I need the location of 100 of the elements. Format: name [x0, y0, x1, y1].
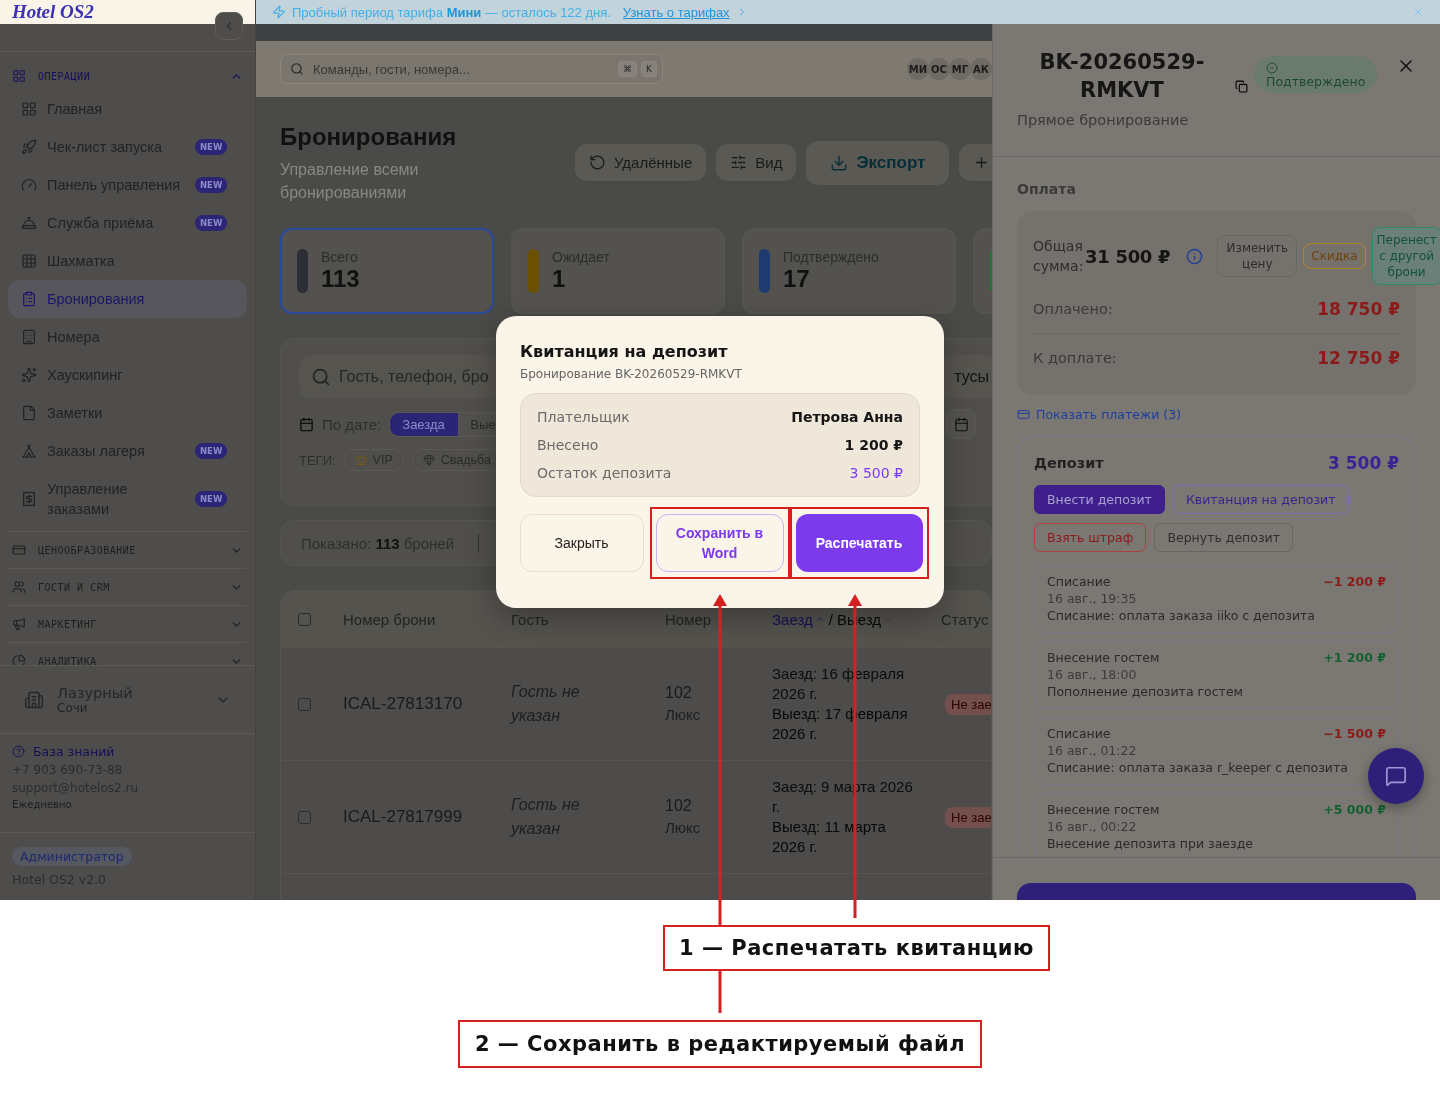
card-icon [12, 543, 26, 557]
role-badge: Администратор [12, 847, 132, 866]
total-label: Общая сумма: [1033, 237, 1081, 276]
callout-label: 1 — Распечатать квитанцию [663, 925, 1050, 971]
section-title[interactable]: ОПЕРАЦИИ [38, 70, 218, 82]
row-checkbox[interactable] [298, 810, 311, 824]
receipt-icon [21, 491, 37, 507]
file-icon [21, 405, 37, 421]
transaction-note: Списание: оплата заказа iiko с депозита [1047, 608, 1316, 624]
callout-label: 2 — Сохранить в редактируемый файл [458, 1020, 982, 1068]
transaction-time: 16 авг., 18:00 [1047, 667, 1138, 683]
crown-icon [354, 454, 367, 466]
payment-amount: 12 750 ₽ [1317, 347, 1400, 368]
new-badge: NEW [195, 491, 228, 507]
new-badge: NEW [195, 139, 228, 155]
transaction-time: 16 авг., 01:22 [1047, 743, 1138, 759]
transaction-type: Списание [1047, 726, 1112, 742]
section-title: Оплата [1017, 181, 1077, 197]
dialog-button[interactable]: Распечатать [795, 514, 923, 572]
receipt-label: Плательщик [537, 408, 630, 427]
deposit-action-button[interactable]: Внести депозит [1034, 485, 1165, 514]
knowledge-base-link[interactable]: База знаний [12, 744, 243, 759]
collapse-button[interactable] [215, 12, 243, 40]
price-action-button[interactable]: Изменить цену [1217, 235, 1298, 277]
deposit-action-button[interactable]: Взять штраф [1034, 523, 1147, 552]
dialog-button[interactable]: Сохранить в Word [655, 514, 784, 572]
users-icon [12, 580, 26, 594]
payment-label: К доплате: [1033, 349, 1117, 366]
deposit-action-button[interactable]: Вернуть депозит [1154, 523, 1293, 552]
page-title: Бронирования [280, 122, 458, 152]
grid-icon [21, 253, 37, 269]
receipt-value: 1 200 ₽ [844, 436, 903, 455]
shortcut-key: ⌘ [618, 61, 638, 77]
toolbar-button[interactable]: Экспорт [806, 140, 950, 185]
show-payments-link[interactable]: Показать платежи (3) [1017, 407, 1416, 422]
transaction-amount: −1 200 ₽ [1323, 574, 1386, 590]
grid-icon [12, 69, 26, 83]
price-action-button[interactable]: Скидка [1303, 243, 1366, 269]
user-avatar[interactable]: МИ [907, 58, 929, 80]
lightning-icon [272, 5, 286, 19]
stat-value: 17 [783, 265, 811, 293]
transaction-time: 16 авг., 19:35 [1047, 591, 1138, 607]
deposit-title: Депозит [1034, 455, 1104, 471]
deposit-action-button[interactable]: Квитанция на депозит [1172, 485, 1349, 514]
sliders-icon [730, 154, 748, 171]
clipboard-icon [21, 291, 37, 307]
user-avatar[interactable]: ОС [928, 58, 950, 80]
bell-icon [21, 215, 37, 231]
stat-value: 113 [321, 265, 360, 293]
chat-icon [1385, 765, 1407, 787]
page-subtitle: Управление всеми бронированиями [280, 160, 420, 203]
tariffs-link[interactable]: Узнать о тарифах [622, 4, 730, 20]
add-button[interactable] [959, 144, 992, 181]
shortcut-key: K [641, 61, 657, 77]
toolbar-button[interactable]: Удалённые [575, 144, 707, 181]
dialog-title: Квитанция на депозит [520, 341, 729, 363]
price-action-button[interactable]: Перенест с другой брони [1371, 227, 1440, 285]
building-icon [24, 689, 44, 710]
new-badge: NEW [195, 177, 228, 193]
new-badge: NEW [195, 215, 228, 231]
booking-number: BK-20260529-RMKVT [1038, 49, 1206, 104]
dialog-subtitle: Бронирование BK-20260529-RMKVT [520, 367, 743, 381]
status-pill: Не зае [945, 806, 991, 828]
transaction-type: Списание [1047, 574, 1112, 590]
calendar-icon [953, 416, 969, 432]
status-filter[interactable]: тусы [954, 368, 989, 386]
transaction-note: Списание: оплата заказа r_keeper с депозита [1047, 760, 1349, 776]
toolbar-button[interactable]: Вид [716, 144, 797, 181]
row-checkbox[interactable] [298, 697, 311, 711]
sidebar-item[interactable]: Бронирования [8, 280, 247, 318]
status-pill: Не зае [945, 693, 991, 715]
calendar-icon [299, 416, 314, 432]
tent-icon [21, 443, 37, 459]
card-icon [1017, 408, 1030, 421]
dialog-button[interactable]: Закрыть [519, 514, 644, 572]
transaction-type: Внесение гостем [1047, 802, 1161, 818]
receipt-value: 3 500 ₽ [849, 464, 903, 483]
select-all-checkbox[interactable] [298, 612, 311, 626]
info-icon[interactable] [1186, 247, 1204, 265]
payment-amount: 18 750 ₽ [1317, 299, 1400, 319]
separator: / [828, 610, 833, 628]
transaction-note: Пополнение депозита гостем [1047, 684, 1244, 700]
column-header[interactable]: Заезд [772, 610, 825, 628]
transaction-amount: −1 500 ₽ [1323, 726, 1386, 742]
transaction-note: Внесение депозита при заезде [1047, 836, 1254, 852]
transaction-time: 16 авг., 00:22 [1047, 819, 1138, 835]
user-avatar[interactable]: АК [970, 58, 992, 80]
search-icon [290, 62, 304, 76]
building-icon [21, 329, 37, 345]
calendar-button[interactable] [946, 409, 976, 439]
receipt-label: Внесено [537, 436, 599, 455]
new-badge: NEW [195, 443, 228, 459]
close-icon[interactable] [1412, 6, 1424, 18]
date-toggle-option[interactable]: Заезда [390, 412, 459, 436]
copy-icon[interactable] [1235, 80, 1248, 93]
pie-chart-icon [12, 654, 26, 665]
user-avatar[interactable]: МГ [949, 58, 971, 80]
total-amount: 31 500 ₽ [1085, 245, 1171, 267]
transaction-type: Внесение гостем [1047, 650, 1161, 666]
check-circle-icon [1266, 62, 1278, 74]
